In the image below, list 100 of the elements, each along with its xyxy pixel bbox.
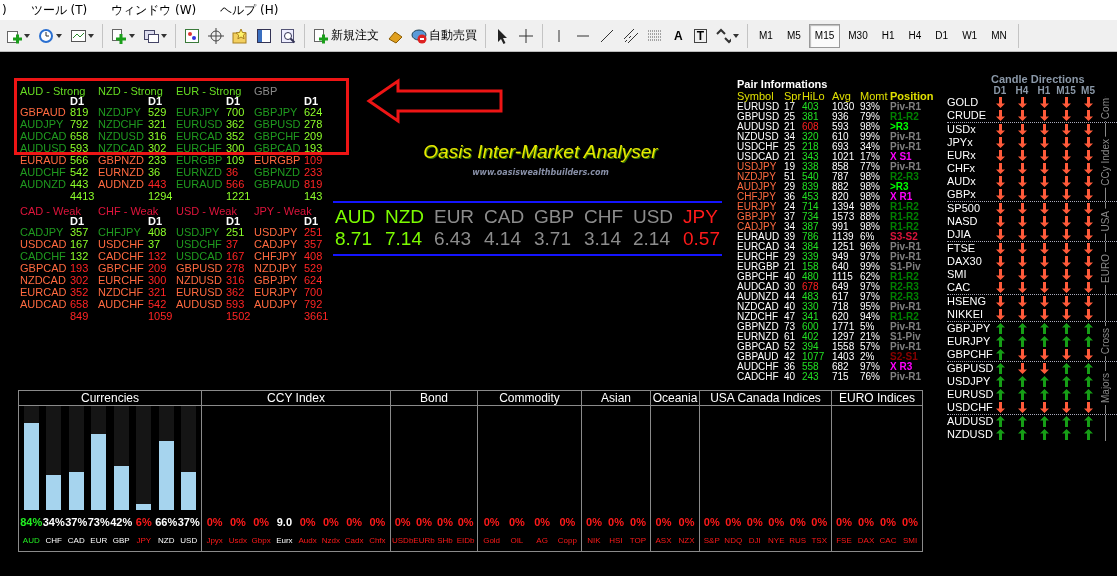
position-cell-text: Piv-R1 xyxy=(890,302,923,312)
timeframe-button[interactable]: H4 xyxy=(902,23,928,48)
position-cell-text: Piv-R1 xyxy=(890,142,923,152)
add-icon[interactable] xyxy=(111,27,127,44)
position-cell-text: S2-S1 xyxy=(890,352,919,362)
column-header: Momt xyxy=(860,90,889,102)
menu-item[interactable]: ツール (T) xyxy=(30,1,88,19)
channel-icon[interactable] xyxy=(623,27,639,44)
pair-value: 109 xyxy=(304,154,324,166)
momentum-cell-text: 77% xyxy=(860,162,881,172)
spread-cell-text: 40 xyxy=(784,272,797,282)
caret-icon[interactable] xyxy=(161,33,167,38)
percent-value: 0% xyxy=(608,516,624,528)
menu-item[interactable]: ) xyxy=(2,3,7,17)
chart-icon[interactable] xyxy=(70,27,86,44)
timeframe-button[interactable]: W1 xyxy=(956,23,984,48)
average-cell-text: 715 xyxy=(832,372,850,382)
pair-value: 529 xyxy=(148,106,168,118)
caret-icon[interactable] xyxy=(129,33,135,38)
timeframe-button[interactable]: M5 xyxy=(780,23,807,48)
timeframe-button[interactable]: H1 xyxy=(875,23,901,48)
currency-header: CAD - Weak xyxy=(20,206,82,216)
pair-symbol: GBPJPY xyxy=(254,274,299,286)
spread-cell-text: 73 xyxy=(784,322,797,332)
arrows-icon[interactable] xyxy=(715,27,731,44)
pair-value: 251 xyxy=(304,226,324,238)
column-header: H1 xyxy=(1036,85,1052,96)
trend-line-icon[interactable] xyxy=(599,27,615,44)
momentum-cell-text: 97% xyxy=(860,282,881,292)
hilo-cell-text: 480 xyxy=(802,272,820,282)
window-icon[interactable] xyxy=(143,27,159,44)
instrument-name: CRUDE xyxy=(947,109,988,122)
clock-icon[interactable] xyxy=(38,27,54,44)
pair-value: 658 xyxy=(70,130,90,142)
pair-symbol: AUDCAD xyxy=(20,298,68,310)
momentum-cell-text: 99% xyxy=(860,262,881,272)
hilo-cell-text: 714 xyxy=(802,202,820,212)
panel-icon[interactable] xyxy=(256,27,272,44)
panel-title: CCY Index xyxy=(202,391,390,406)
percent-value: 0% xyxy=(559,516,576,528)
pair-symbol: USDJPY xyxy=(176,226,221,238)
pair-value: 542 xyxy=(148,298,168,310)
pair-value: 132 xyxy=(148,250,168,262)
spread-cell-text: 40 xyxy=(784,302,797,312)
auto-trading-button[interactable]: 自動売買 xyxy=(408,23,480,48)
strength-score: 7.14 xyxy=(385,228,422,250)
pair-symbol: USDCAD xyxy=(20,238,68,250)
hilo-cell-text: 320 xyxy=(802,132,820,142)
momentum-cell-text: 62% xyxy=(860,272,881,282)
pair-symbol: AUDCHF xyxy=(98,298,145,310)
pair-value: 529 xyxy=(304,262,324,274)
pair-symbol: EURJPY xyxy=(254,286,299,298)
average-cell-text: 640 xyxy=(832,262,850,272)
new-order-button[interactable]: 新規注文 xyxy=(310,23,382,48)
timeframe-button[interactable]: MN xyxy=(985,23,1013,48)
timeframe-button[interactable]: M15 xyxy=(808,23,841,48)
total-value: 3661 xyxy=(304,310,330,322)
spread-cell-text: 34 xyxy=(784,132,797,142)
document-plus-icon[interactable] xyxy=(313,27,329,44)
magnifier-icon[interactable] xyxy=(280,27,296,44)
percent-value: 37% xyxy=(177,516,200,528)
hilo-cell-text: 403 xyxy=(802,102,820,112)
percent-value: 0% xyxy=(369,516,386,528)
star-folder-icon[interactable] xyxy=(232,27,248,44)
instrument-name: GOLD xyxy=(947,96,980,109)
position-cell-text: R1-R2 xyxy=(890,202,920,212)
auto-trading-icon[interactable] xyxy=(411,27,427,44)
caret-icon[interactable] xyxy=(733,33,739,38)
instrument-label: NZD xyxy=(158,536,175,546)
crosshair-icon[interactable] xyxy=(518,27,534,44)
instrument-label: OIL xyxy=(510,536,524,546)
momentum-cell-text: 99% xyxy=(860,132,881,142)
menu-item[interactable]: ヘルプ (H) xyxy=(220,1,279,19)
timeframe-button[interactable]: M1 xyxy=(753,23,779,48)
caret-icon[interactable] xyxy=(24,33,30,38)
timeframe-button[interactable]: M30 xyxy=(842,23,874,48)
spread-cell-text: 21 xyxy=(784,262,797,272)
caret-icon[interactable] xyxy=(56,33,62,38)
text-label-tool-button[interactable]: T xyxy=(693,28,707,43)
navigator-icon[interactable] xyxy=(184,27,200,44)
pair-symbol: CHFJPY xyxy=(98,226,142,238)
average-cell-text: 1251 xyxy=(832,242,856,252)
pair-value: 819 xyxy=(70,106,90,118)
caret-icon[interactable] xyxy=(88,33,94,38)
pair-value: 700 xyxy=(304,286,324,298)
spread-cell-text: 34 xyxy=(784,222,797,232)
hilo-cell-text: 734 xyxy=(802,212,820,222)
instrument-name: NIKKEI xyxy=(947,308,985,321)
currency-header: CHF - Weak xyxy=(98,206,160,216)
symbol-cell-text: EURUSD xyxy=(737,102,781,112)
pair-symbol: EURNZD xyxy=(176,166,223,178)
text-tool-button[interactable]: A xyxy=(668,23,689,48)
timeframe-button[interactable]: D1 xyxy=(929,23,955,48)
crosshair-icon[interactable] xyxy=(208,27,224,44)
total-value: 849 xyxy=(70,310,90,322)
pair-symbol: AUDUSD xyxy=(176,298,224,310)
menu-item[interactable]: ウィンドウ (W) xyxy=(111,1,197,19)
spread-cell-text: 34 xyxy=(784,242,797,252)
momentum-cell-text: 2% xyxy=(860,352,876,362)
position-cell-text: R1-R2 xyxy=(890,212,920,222)
